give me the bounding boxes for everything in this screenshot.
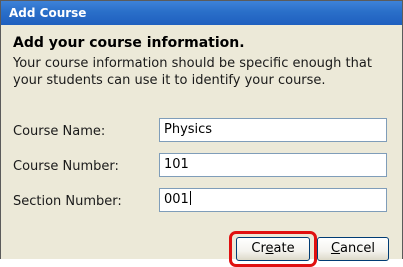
course-name-label: Course Name: <box>13 124 106 139</box>
text-caret <box>189 191 191 205</box>
cancel-button-label: Cancel <box>330 241 376 256</box>
dialog-content: Add your course information. Your course… <box>1 25 402 267</box>
create-button-highlight <box>229 231 317 267</box>
section-number-value: 001 <box>164 192 189 207</box>
dialog-title: Add Course <box>1 1 402 25</box>
cancel-button[interactable]: Cancel <box>317 237 389 261</box>
section-number-input[interactable]: 001 <box>159 188 387 212</box>
form-heading: Add your course information. <box>13 35 245 51</box>
course-number-label: Course Number: <box>13 159 119 174</box>
course-number-value: 101 <box>164 157 189 172</box>
form-description: Your course information should be specif… <box>13 56 372 88</box>
course-name-value: Physics <box>164 122 213 137</box>
section-number-label: Section Number: <box>13 194 122 209</box>
course-name-input[interactable]: Physics <box>159 118 387 142</box>
add-course-dialog: Add Course Add your course information. … <box>0 0 403 267</box>
course-number-input[interactable]: 101 <box>159 153 387 177</box>
